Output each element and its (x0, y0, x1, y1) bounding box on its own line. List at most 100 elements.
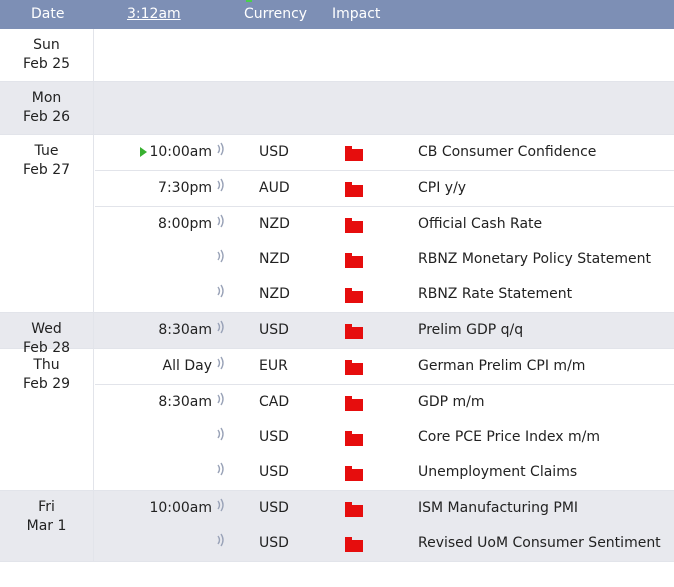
event-time: 8:00pm (95, 207, 212, 242)
date-column-header: Date (31, 6, 65, 22)
event-time: All Day (95, 349, 212, 384)
event-time-text: 10:00am (149, 500, 212, 516)
event-time (95, 420, 212, 455)
folder-icon[interactable] (345, 324, 363, 339)
header-accent (246, 0, 252, 2)
date-cell: Thu Feb 29 (0, 349, 94, 490)
folder-icon[interactable] (345, 146, 363, 161)
date-cell: Fri Mar 1 (0, 491, 94, 561)
folder-icon[interactable] (345, 253, 363, 268)
date-label: Feb 25 (22, 56, 71, 72)
play-arrow-icon (140, 147, 148, 157)
folder-icon[interactable] (345, 396, 363, 411)
sound-icon[interactable] (216, 385, 230, 420)
calendar-table: Sun Feb 25 Mon Feb 26 Tue Feb 27 10:00am USD CB … (0, 29, 674, 562)
event-title[interactable]: CB Consumer Confidence (418, 135, 596, 170)
event-row[interactable]: 7:30pm AUD CPI y/y (95, 170, 674, 206)
event-title[interactable]: Prelim GDP q/q (418, 313, 523, 348)
event-row[interactable]: USD Unemployment Claims (95, 455, 674, 490)
event-time: 10:00am (95, 491, 212, 526)
event-time-text: 10:00am (149, 144, 212, 160)
day-group: Tue Feb 27 10:00am USD CB Consumer Confidenc… (0, 135, 674, 313)
folder-icon[interactable] (345, 182, 363, 197)
event-title[interactable]: RBNZ Rate Statement (418, 277, 572, 312)
date-label: Feb 29 (22, 376, 71, 392)
event-row[interactable]: 8:00pm NZD Official Cash Rate (95, 206, 674, 242)
weekday-label: Fri (38, 499, 55, 515)
sound-icon[interactable] (216, 420, 230, 455)
folder-icon[interactable] (345, 288, 363, 303)
calendar-header: Date 3:12am Currency Impact (0, 0, 674, 29)
event-currency: USD (259, 429, 289, 445)
sound-icon[interactable] (216, 135, 230, 170)
event-title[interactable]: CPI y/y (418, 171, 466, 206)
day-group: Mon Feb 26 (0, 82, 674, 135)
date-label: Feb 26 (22, 109, 71, 125)
empty-row (95, 29, 674, 81)
event-title[interactable]: Unemployment Claims (418, 455, 577, 490)
event-currency: EUR (259, 358, 288, 374)
event-title[interactable]: German Prelim CPI m/m (418, 349, 585, 384)
sound-icon[interactable] (216, 277, 230, 312)
empty-row (95, 82, 674, 134)
day-group: Wed Feb 28 8:30am USD Prelim GDP q/q (0, 313, 674, 356)
event-time: 7:30pm (95, 171, 212, 206)
event-currency: USD (259, 500, 289, 516)
date-cell: Tue Feb 27 (0, 135, 94, 312)
event-currency: CAD (259, 394, 290, 410)
date-cell: Sun Feb 25 (0, 29, 94, 81)
event-row[interactable]: 10:00am USD ISM Manufacturing PMI (95, 491, 674, 526)
sound-icon[interactable] (216, 313, 230, 348)
event-time-text: 8:30am (158, 394, 212, 410)
folder-icon[interactable] (345, 431, 363, 446)
event-title[interactable]: ISM Manufacturing PMI (418, 491, 578, 526)
sound-icon[interactable] (216, 455, 230, 490)
event-title[interactable]: Revised UoM Consumer Sentiment (418, 526, 661, 561)
folder-icon[interactable] (345, 537, 363, 552)
sound-icon[interactable] (216, 207, 230, 242)
event-currency: NZD (259, 251, 290, 267)
date-cell: Wed Feb 28 (0, 313, 94, 356)
event-row[interactable]: All Day EUR German Prelim CPI m/m (95, 349, 674, 384)
currency-column-header: Currency (244, 6, 308, 22)
event-time (95, 526, 212, 561)
folder-icon[interactable] (345, 360, 363, 375)
event-title[interactable]: Official Cash Rate (418, 207, 542, 242)
event-title[interactable]: GDP m/m (418, 385, 485, 420)
event-time-text: All Day (162, 358, 212, 374)
sound-icon[interactable] (216, 349, 230, 384)
event-currency: USD (259, 144, 289, 160)
event-currency: AUD (259, 180, 290, 196)
folder-icon[interactable] (345, 218, 363, 233)
event-time: 8:30am (95, 385, 212, 420)
event-time (95, 455, 212, 490)
date-label: Mar 1 (26, 518, 67, 534)
event-row[interactable]: NZD RBNZ Rate Statement (95, 277, 674, 312)
folder-icon[interactable] (345, 502, 363, 517)
event-currency: NZD (259, 216, 290, 232)
day-group: Fri Mar 1 10:00am USD ISM Manufacturing PMI U… (0, 491, 674, 562)
event-row[interactable]: NZD RBNZ Monetary Policy Statement (95, 242, 674, 277)
day-group: Sun Feb 25 (0, 29, 674, 82)
event-currency: USD (259, 464, 289, 480)
folder-icon[interactable] (345, 466, 363, 481)
event-row[interactable]: 8:30am CAD GDP m/m (95, 384, 674, 420)
event-row[interactable]: 8:30am USD Prelim GDP q/q (95, 313, 674, 348)
sound-icon[interactable] (216, 526, 230, 561)
sound-icon[interactable] (216, 242, 230, 277)
weekday-label: Mon (31, 90, 62, 106)
sound-icon[interactable] (216, 171, 230, 206)
event-title[interactable]: RBNZ Monetary Policy Statement (418, 242, 651, 277)
event-time: 8:30am (95, 313, 212, 348)
date-cell: Mon Feb 26 (0, 82, 94, 134)
event-time-text: 7:30pm (158, 180, 212, 196)
event-row[interactable]: 10:00am USD CB Consumer Confidence (95, 135, 674, 170)
event-row[interactable]: USD Core PCE Price Index m/m (95, 420, 674, 455)
event-title[interactable]: Core PCE Price Index m/m (418, 420, 600, 455)
current-time-link[interactable]: 3:12am (127, 6, 181, 22)
event-currency: USD (259, 535, 289, 551)
day-group: Thu Feb 29 All Day EUR German Prelim CPI m/m… (0, 349, 674, 491)
event-time (95, 277, 212, 312)
sound-icon[interactable] (216, 491, 230, 526)
event-row[interactable]: USD Revised UoM Consumer Sentiment (95, 526, 674, 561)
